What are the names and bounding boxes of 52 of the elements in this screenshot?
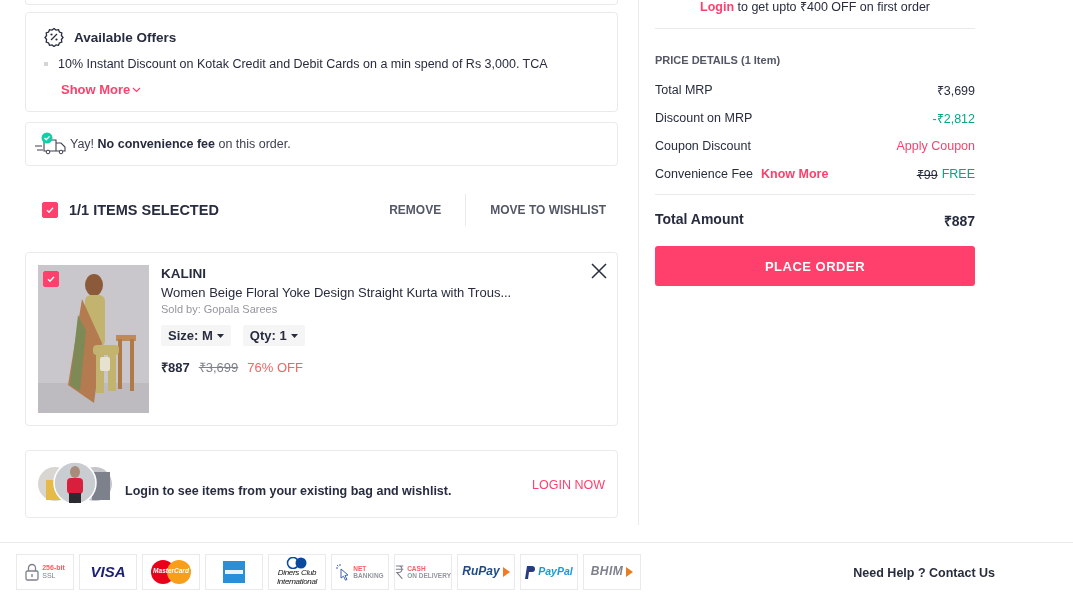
rupee-icon: [395, 564, 405, 580]
price-value: FREE: [941, 167, 975, 181]
card-logo-icon: [223, 561, 245, 583]
arrow-icon: [626, 567, 634, 577]
price-label: Discount on MRP: [655, 111, 753, 125]
cursor-click-icon: [336, 563, 351, 581]
price-value: ₹3,699: [936, 82, 975, 99]
discount-percent: 76% OFF: [247, 360, 303, 375]
price-details-heading: PRICE DETAILS (1 Item): [655, 54, 782, 66]
login-prompt: Login to see items from your existing bag and wishlist.: [125, 484, 453, 498]
total-amount-label: Total Amount: [655, 211, 744, 229]
original-price: ₹3,699: [198, 359, 239, 376]
logo-text: RuPay: [462, 565, 500, 579]
logo-text: PayPal: [538, 566, 573, 578]
arrow-icon: [502, 567, 510, 577]
checkmark-icon: [46, 274, 56, 284]
caret-icon: [290, 333, 298, 338]
price-label: Convenience Fee: [655, 167, 753, 181]
delivery-truck-icon: [34, 132, 68, 156]
logo-text: VISA: [90, 563, 126, 581]
brand-name: KALINI: [161, 266, 206, 281]
login-offer-text: Login to get upto ₹400 OFF on first order: [655, 0, 975, 29]
contact-us-link[interactable]: Need Help ? Contact Us: [853, 566, 995, 580]
lock-icon: [25, 563, 40, 581]
caret-icon: [216, 333, 224, 338]
discount-badge-icon: [44, 27, 64, 47]
checkbox[interactable]: [43, 271, 59, 287]
checkbox[interactable]: [42, 202, 58, 218]
size-dropdown[interactable]: Size: M: [161, 325, 231, 346]
chevron-down-icon: [132, 86, 142, 93]
close-icon[interactable]: [591, 263, 607, 279]
seller-name: Sold by: Gopala Sarees: [161, 303, 278, 315]
price-label: Coupon Discount: [655, 139, 751, 153]
items-selected-label: 1/1 ITEMS SELECTED: [69, 202, 220, 218]
price-value: -₹2,812: [932, 110, 975, 127]
original-fee: ₹99: [916, 166, 938, 183]
offers-title: Available Offers: [74, 29, 177, 45]
logo-text: International: [276, 578, 318, 587]
remove-button[interactable]: REMOVE: [389, 195, 442, 225]
paypal-p-icon: [525, 565, 536, 579]
convenience-fee-note: Yay! No convenience fee on this order.: [70, 137, 291, 151]
logo-text: Diners Club: [276, 569, 318, 578]
total-amount: ₹887: [943, 212, 975, 230]
offer-text: 10% Instant Discount on Kotak Credit and Debit Cards on a min spend of Rs 3,000. TCA: [58, 57, 548, 71]
double-circle-icon: [286, 557, 308, 570]
logo-text: BHIM: [590, 565, 624, 579]
product-title: Women Beige Floral Yoke Design Straight Kurta with Trous...: [161, 285, 512, 300]
checkmark-icon: [45, 205, 55, 215]
price-label: Total MRP: [655, 83, 713, 97]
quantity-dropdown[interactable]: Qty: 1: [242, 325, 305, 346]
selling-price: ₹887: [161, 359, 190, 376]
move-to-wishlist-button[interactable]: MOVE TO WISHLIST: [490, 195, 606, 225]
